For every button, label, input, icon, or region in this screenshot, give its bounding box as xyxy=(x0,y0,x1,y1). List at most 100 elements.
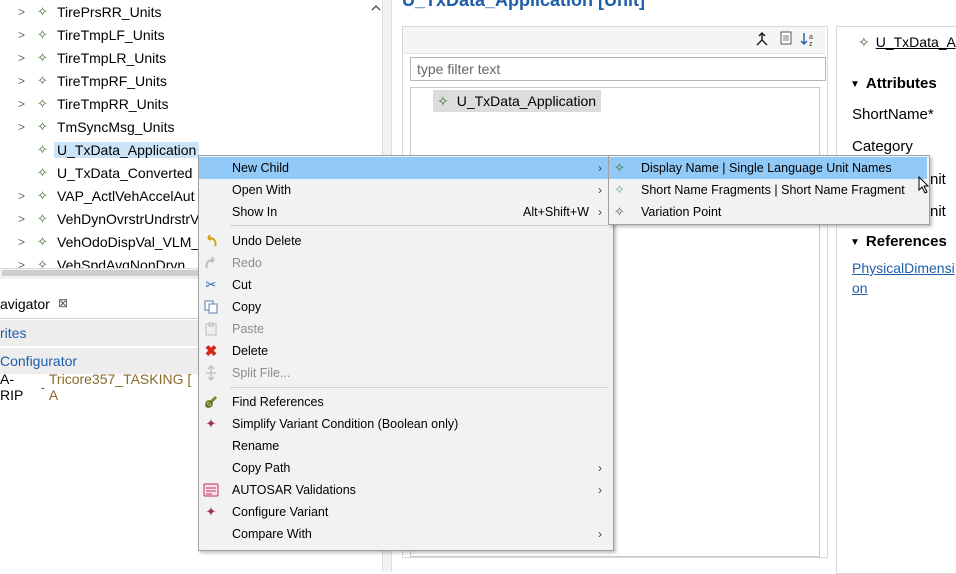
tree-item-label: TireTmpRF_Units xyxy=(57,72,167,89)
menu-item-label: Rename xyxy=(232,439,280,453)
unit-element-icon: ✧ xyxy=(37,95,48,111)
menu-item-label: Copy xyxy=(232,300,262,314)
submenu-item-variation-point[interactable]: ✧ Variation Point xyxy=(609,201,927,223)
submenu-arrow-icon: › xyxy=(598,527,602,541)
properties-title: U_TxData_Ap xyxy=(875,34,956,50)
menu-item-label: Configure Variant xyxy=(232,505,329,519)
split-icon xyxy=(206,365,216,381)
variant-icon: ✦ xyxy=(205,504,217,519)
menu-item-label: AUTOSAR Validations xyxy=(232,483,356,497)
menu-item-split-file[interactable]: Split File... xyxy=(199,362,611,384)
filter-input[interactable] xyxy=(410,57,826,81)
menu-item-undo-delete[interactable]: Undo Delete xyxy=(199,230,611,252)
tree-item-label: TirePrsRR_Units xyxy=(57,3,162,20)
menu-item-label: Simplify Variant Condition (Boolean only… xyxy=(232,417,459,431)
validation-icon xyxy=(203,483,219,497)
submenu-item-short-name-fragments[interactable]: ✧ Short Name Fragments | Short Name Frag… xyxy=(609,179,927,201)
unit-element-icon: ✧ xyxy=(37,164,48,180)
menu-item-redo[interactable]: Redo xyxy=(199,252,611,274)
submenu-item-label: Variation Point xyxy=(641,205,722,219)
menu-item-configure-variant[interactable]: ✦ Configure Variant xyxy=(199,501,611,523)
svg-text:z: z xyxy=(809,41,813,47)
expand-arrow-icon[interactable]: > xyxy=(18,5,28,19)
editor-title: U_TxData_Application [Unit] xyxy=(402,0,646,10)
tree-item[interactable]: > ✧ TirePrsRR_Units xyxy=(0,0,380,23)
mouse-cursor-icon xyxy=(918,176,930,194)
menu-item-rename[interactable]: Rename xyxy=(199,435,611,457)
menu-item-paste[interactable]: Paste xyxy=(199,318,611,340)
navigator-item-label: Configurator xyxy=(0,353,78,369)
close-icon[interactable]: ⊠ xyxy=(58,296,68,310)
expand-arrow-icon[interactable]: > xyxy=(18,74,28,88)
menu-item-autosar-validations[interactable]: AUTOSAR Validations › xyxy=(199,479,611,501)
scroll-up-icon[interactable] xyxy=(370,2,382,14)
editor-tree-item[interactable]: ✧ U_TxData_Application xyxy=(433,90,602,112)
submenu-item-display-name[interactable]: ✧ Display Name | Single Language Unit Na… xyxy=(609,157,927,179)
expand-arrow-icon[interactable]: > xyxy=(18,258,28,269)
sort-icon[interactable]: az xyxy=(800,31,816,47)
menu-item-compare-with[interactable]: Compare With › xyxy=(199,523,611,545)
unit-element-icon: ✧ xyxy=(858,34,870,50)
tree-item-label: VAP_ActlVehAccelAut xyxy=(57,187,195,204)
tree-item-label: VehDynOvrstrUndrstrV xyxy=(57,210,200,227)
menu-item-find-references[interactable]: Find References xyxy=(199,391,611,413)
collapse-triangle-icon[interactable]: ▼ xyxy=(850,237,860,248)
references-section[interactable]: ▼ References xyxy=(850,233,947,250)
tree-item[interactable]: > ✧ TireTmpLR_Units xyxy=(0,46,380,69)
expand-arrow-icon[interactable]: > xyxy=(18,120,28,134)
menu-item-copy[interactable]: Copy xyxy=(199,296,611,318)
navigator-project[interactable]: A-RIP - Tricore357_TASKING [ A xyxy=(0,371,200,403)
unit-element-icon: ✧ xyxy=(37,256,48,269)
project-separator: - xyxy=(36,379,49,395)
navigator-tab[interactable]: avigator xyxy=(0,296,50,312)
menu-item-label: Cut xyxy=(232,278,252,292)
variation-point-icon: ✧ xyxy=(614,204,625,219)
menu-item-copy-path[interactable]: Copy Path › xyxy=(199,457,611,479)
unit-element-icon: ✧ xyxy=(614,160,625,175)
tree-item[interactable]: > ✧ TireTmpRF_Units xyxy=(0,69,380,92)
navigator-item-label: rites xyxy=(0,325,27,341)
submenu-arrow-icon: › xyxy=(598,461,602,475)
expand-arrow-icon[interactable]: > xyxy=(18,97,28,111)
menu-item-open-with[interactable]: Open With › xyxy=(199,179,611,201)
menu-separator xyxy=(230,387,608,388)
unit-element-icon: ✧ xyxy=(37,3,48,19)
attributes-label: Attributes xyxy=(865,75,937,92)
svg-text:a: a xyxy=(809,34,813,41)
tree-item[interactable]: > ✧ TireTmpLF_Units xyxy=(0,23,380,46)
menu-item-label: Open With xyxy=(232,183,292,197)
tree-item-label: U_TxData_Converted xyxy=(57,164,193,181)
tree-item-label: TireTmpLF_Units xyxy=(57,26,165,43)
menu-item-label: Compare With xyxy=(232,527,312,541)
submenu-arrow-icon: › xyxy=(598,183,602,197)
copy-icon xyxy=(204,300,218,314)
filter-icon[interactable] xyxy=(755,31,769,47)
expand-arrow-icon[interactable]: > xyxy=(18,51,28,65)
collapse-triangle-icon[interactable]: ▼ xyxy=(850,79,860,90)
tree-item[interactable]: > ✧ TmSyncMsg_Units xyxy=(0,115,380,138)
redo-icon xyxy=(205,256,215,269)
unit-element-icon: ✧ xyxy=(437,92,449,109)
attributes-section[interactable]: ▼ Attributes xyxy=(850,75,937,92)
expand-arrow-icon[interactable]: > xyxy=(18,212,28,226)
physical-dimension-link[interactable]: PhysicalDimension xyxy=(852,258,956,298)
expand-arrow-icon[interactable]: > xyxy=(18,235,28,249)
unit-element-icon: ✧ xyxy=(37,141,48,157)
document-icon[interactable] xyxy=(780,31,792,45)
menu-item-simplify-variant[interactable]: ✦ Simplify Variant Condition (Boolean on… xyxy=(199,413,611,435)
properties-header[interactable]: ✧ U_TxData_Ap xyxy=(858,34,956,51)
tree-item[interactable]: > ✧ TireTmpRR_Units xyxy=(0,92,380,115)
menu-item-label: Show In xyxy=(232,205,278,219)
menu-item-delete[interactable]: ✖ Delete xyxy=(199,340,611,362)
menu-item-label: Undo Delete xyxy=(232,234,302,248)
menu-item-label: Paste xyxy=(232,322,264,336)
expand-arrow-icon[interactable]: > xyxy=(18,189,28,203)
menu-item-label: Copy Path xyxy=(232,461,291,475)
menu-item-new-child[interactable]: New Child › xyxy=(199,157,611,179)
tree-item-label: U_TxData_Application xyxy=(54,141,200,158)
editor-tree-item-label: U_TxData_Application xyxy=(456,93,597,109)
menu-item-show-in[interactable]: Show In Alt+Shift+W › xyxy=(199,201,611,223)
menu-item-cut[interactable]: ✂ Cut xyxy=(199,274,611,296)
expand-arrow-icon[interactable]: > xyxy=(18,28,28,42)
navigator-item[interactable]: rites xyxy=(0,320,200,346)
